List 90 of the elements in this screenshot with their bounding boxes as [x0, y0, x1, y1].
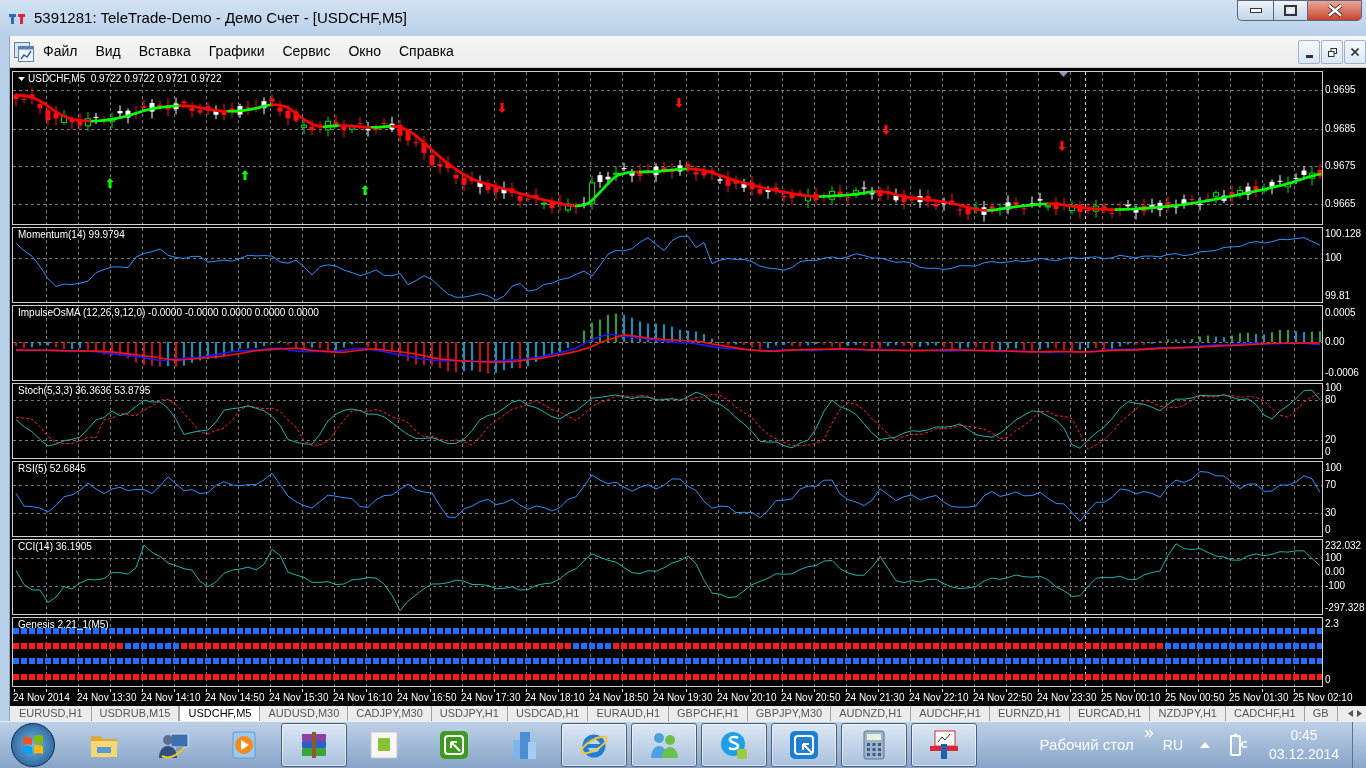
axis-label: 0: [1325, 447, 1331, 457]
time-label: 24 Nov 16:50: [397, 692, 457, 703]
axis-label: 0.9695: [1325, 85, 1356, 95]
time-label: 25 Nov 00:10: [1101, 692, 1161, 703]
menu-item[interactable]: Графики: [199, 39, 274, 64]
app-logo-icon: [9, 12, 25, 24]
time-label: 24 Nov 20:50: [781, 692, 841, 703]
axis-label: -0.0006: [1325, 368, 1359, 378]
time-label: 24 Nov 17:30: [461, 692, 521, 703]
tile-icon: [368, 729, 400, 761]
chart-tab[interactable]: USDCHF,M5: [179, 706, 261, 721]
close-icon: [1326, 4, 1343, 17]
minimize-button[interactable]: [1298, 40, 1320, 64]
chart-legend: Genesis 2.21_1(M5): [18, 619, 109, 631]
axis-label: 70: [1325, 480, 1337, 490]
axis-label: 0: [1325, 525, 1331, 535]
taskbar-app-button[interactable]: [281, 723, 347, 767]
axis-label: -100: [1325, 581, 1345, 591]
axis-label: 100.128: [1325, 229, 1362, 239]
time-label: 24 Nov 16:10: [333, 692, 393, 703]
taskbar-app-button[interactable]: [911, 723, 977, 767]
menu-item[interactable]: Файл: [34, 39, 87, 64]
axis-label: 100: [1325, 463, 1342, 473]
chart-window-icon[interactable]: [14, 41, 34, 62]
chart-legend: CCI(14) 36.1905: [18, 541, 92, 553]
axis-label: 0.0005: [1325, 308, 1356, 318]
axis-label: 0.00: [1325, 567, 1345, 577]
restore-icon: [1327, 47, 1337, 57]
menu-item[interactable]: Сервис: [273, 39, 340, 64]
axis-label: 99.81: [1325, 291, 1351, 301]
close-icon: [1351, 48, 1359, 56]
arrow-frame-icon: [788, 729, 820, 761]
axis-label: 0.9665: [1325, 199, 1356, 209]
time-label: 25 Nov 01:30: [1229, 692, 1289, 703]
axis-label: 0.9685: [1325, 124, 1356, 134]
axis-label: 20: [1325, 435, 1337, 445]
menu-item[interactable]: Окно: [339, 39, 390, 64]
chat-logo-icon: [718, 729, 750, 761]
chart-legend: Momentum(14) 99.9794: [18, 229, 125, 241]
chart-cross-icon: [928, 729, 960, 761]
axis-label: 232.032: [1325, 541, 1362, 551]
time-label: 24 Nov 22:10: [909, 692, 969, 703]
time-label: 24 Nov 20:10: [717, 692, 777, 703]
start-button[interactable]: [11, 723, 55, 767]
windows-logo-icon: [22, 735, 44, 755]
close-button[interactable]: [1344, 40, 1366, 64]
axis-label: 80: [1325, 395, 1337, 405]
time-label: 24 Nov 21:30: [845, 692, 905, 703]
axis-label: 0.00: [1325, 337, 1345, 347]
axis-label: -297.328: [1325, 603, 1365, 613]
time-label: 24 Nov 14:10: [141, 692, 201, 703]
taskbar-app-button[interactable]: [631, 723, 697, 767]
time-label: 24 Nov 13:30: [77, 692, 137, 703]
restore-button[interactable]: [1321, 40, 1343, 64]
chart-legend: RSI(5) 52.6845: [18, 463, 86, 475]
menu-item[interactable]: Вставка: [129, 39, 200, 64]
time-label: 24 Nov 15:30: [269, 692, 329, 703]
axis-label: 100: [1325, 253, 1342, 263]
scroll-right-icon[interactable]: [1357, 710, 1362, 717]
menu-item[interactable]: Справка: [389, 39, 463, 64]
minimize-button[interactable]: [1237, 0, 1273, 21]
axis-label: 100: [1325, 383, 1342, 393]
window-title: 5391281: TeleTrade-Demo - Демо Счет - [USDCHF,M5]: [34, 7, 407, 28]
axis-label: 0: [1325, 675, 1331, 685]
minimize-icon: [1249, 8, 1262, 13]
taskbar-app-button[interactable]: [561, 723, 627, 767]
time-label: 24 Nov 19:30: [653, 692, 713, 703]
axis-label: 100: [1325, 553, 1342, 563]
taskbar-app-button[interactable]: [701, 723, 767, 767]
time-label: 24 Nov 22:50: [973, 692, 1033, 703]
time-label: 25 Nov 02:10: [1293, 692, 1353, 703]
close-button[interactable]: [1307, 0, 1362, 21]
show-desktop-button[interactable]: [1352, 722, 1366, 768]
time-label: 24 Nov 2014: [13, 692, 70, 703]
taskbar-app-button[interactable]: [841, 723, 907, 767]
axis-label: 30: [1325, 508, 1337, 518]
time-label: 24 Nov 23:30: [1037, 692, 1097, 703]
time-label: 25 Nov 00:50: [1165, 692, 1225, 703]
axis-label: 2.3: [1325, 619, 1339, 629]
maximize-button[interactable]: [1273, 0, 1307, 21]
time-label: 24 Nov 18:50: [589, 692, 649, 703]
taskbar-app-button[interactable]: [771, 723, 837, 767]
axis-label: 0.9675: [1325, 161, 1356, 171]
time-label: 24 Nov 18:10: [525, 692, 585, 703]
minimize-icon: [1305, 54, 1313, 58]
scroll-left-icon[interactable]: [1348, 710, 1353, 717]
time-label: 24 Nov 14:50: [205, 692, 265, 703]
menu-item[interactable]: Вид: [86, 39, 130, 64]
arrow-frame-icon: [438, 729, 470, 761]
maximize-icon: [1284, 5, 1297, 16]
